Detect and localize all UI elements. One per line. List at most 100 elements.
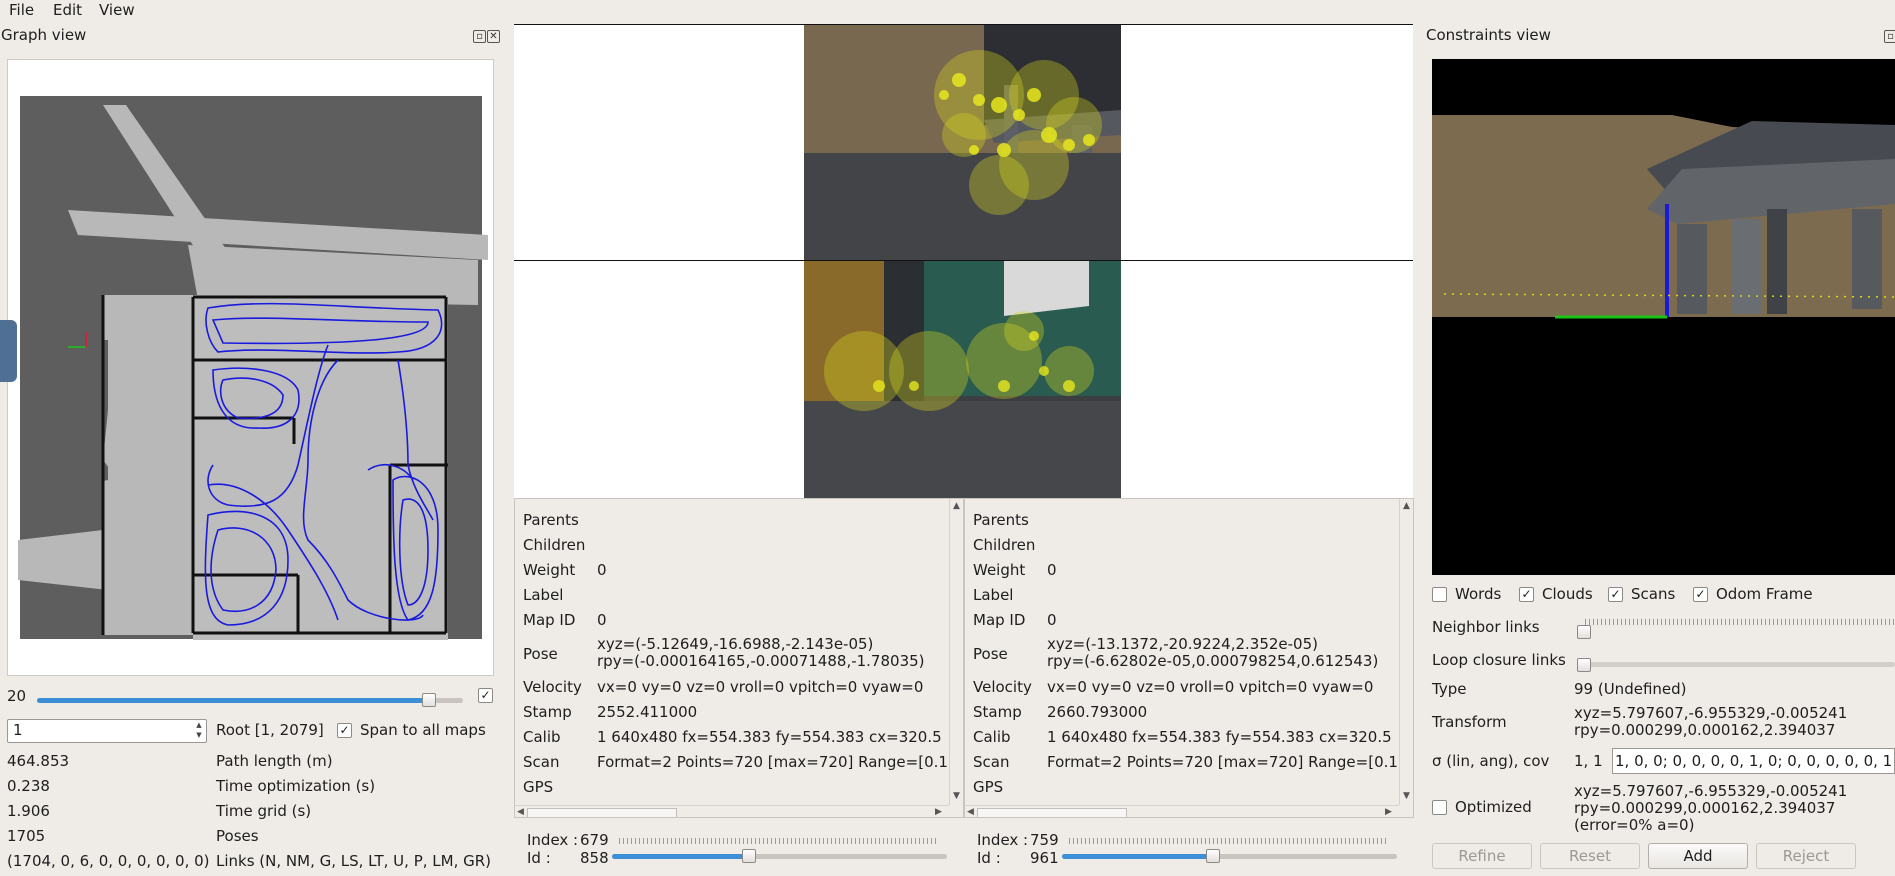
loop-closure-slider[interactable] [1585,662,1895,667]
scan-label: Scan [523,753,560,771]
constraints-3d-view[interactable] [1432,59,1895,575]
graph-map-frame[interactable] [7,59,494,676]
id-value: 858 [580,849,609,867]
parents-label: Parents [973,511,1029,529]
scan-label: Scan [973,753,1010,771]
clouds-label: Clouds [1542,585,1593,603]
menu-file[interactable]: File [9,1,34,19]
neighbor-links-label: Neighbor links [1432,618,1540,636]
reject-button[interactable]: Reject [1756,843,1856,869]
id-slider-handle[interactable] [742,849,757,863]
spin-arrows-icon[interactable]: ▲ ▼ [192,720,206,742]
index-value: 679 [580,831,609,849]
refine-button[interactable]: Refine [1432,843,1532,869]
check-icon: ✓ [1521,587,1532,601]
arrow-up-icon[interactable]: ▲ [1403,501,1410,511]
vertical-scrollbar[interactable]: ▲ ▼ [1399,499,1413,805]
loop-slider-handle[interactable] [1577,658,1591,672]
root-spinbox[interactable]: 1 ▲ ▼ [7,719,207,743]
span-label: Span to all maps [360,721,486,739]
clouds-checkbox[interactable]: ✓ [1519,587,1534,602]
words-label: Words [1455,585,1502,603]
root-spin-value: 1 [13,721,23,739]
arrow-left-icon[interactable]: ◀ [967,807,974,817]
horizontal-scrollbar[interactable]: ◀ ▶ [965,805,1399,817]
graph-slider[interactable] [37,698,463,703]
words-checkbox[interactable] [1432,587,1447,602]
scans-checkbox[interactable]: ✓ [1608,587,1623,602]
scroll-thumb[interactable] [527,808,677,817]
reset-button[interactable]: Reset [1540,843,1640,869]
check-icon: ✓ [480,688,491,702]
stamp-value: 2552.411000 [597,703,698,721]
graph-slider-checkbox[interactable]: ✓ [478,688,493,703]
label-label: Label [973,586,1014,604]
optimized-checkbox[interactable] [1432,800,1447,815]
parents-label: Parents [523,511,579,529]
id-slider-handle[interactable] [1205,849,1220,863]
index-slider[interactable] [619,838,939,844]
check-icon: ✓ [339,723,350,737]
horizontal-scrollbar[interactable]: ◀ ▶ [515,805,949,817]
calib-label: Calib [973,728,1011,746]
calib-value: 1 640x480 fx=554.383 fy=554.383 cx=320.5 [1047,728,1392,746]
stamp-value: 2660.793000 [1047,703,1148,721]
float-icon[interactable]: ▫ [1884,30,1895,43]
sigma-value: 1, 1 [1574,752,1603,770]
stat-label: Links (N, NM, G, LS, LT, U, P, LM, GR) [216,852,492,870]
scroll-thumb[interactable] [977,808,1127,817]
calib-label: Calib [523,728,561,746]
covariance-field[interactable]: 1, 0, 0; 0, 0, 0, 0, 1, 0; 0, 0, 0, 0, 0… [1612,748,1895,774]
type-value: 99 (Undefined) [1574,680,1687,698]
graph-map[interactable] [8,60,495,677]
menu-view[interactable]: View [99,1,135,19]
vertical-scrollbar[interactable]: ▲ ▼ [949,499,963,805]
arrow-right-icon[interactable]: ▶ [935,807,942,817]
dock-handle[interactable] [0,320,17,382]
arrow-down-icon[interactable]: ▼ [1403,791,1410,801]
scans-label: Scans [1631,585,1676,603]
close-icon[interactable]: ✕ [487,30,500,43]
stamp-label: Stamp [523,703,572,721]
image-bottom[interactable] [804,261,1121,498]
span-checkbox[interactable]: ✓ [337,723,352,738]
root-label: Root [1, 2079] [216,721,324,739]
float-icon[interactable]: ▫ [473,30,486,43]
id-slider-right[interactable] [1062,854,1397,859]
pose-xyz: xyz=(-13.1372,-20.9224,2.352e-05) [1047,635,1318,653]
id-slider-left[interactable] [612,854,947,859]
id-slider-fill [612,854,750,859]
mapid-label: Map ID [523,611,576,629]
optimized-error: (error=0% a=0) [1574,816,1695,834]
transform-rpy: rpy=0.000299,0.000162,2.394037 [1574,721,1836,739]
image-top[interactable] [804,25,1121,260]
velocity-value: vx=0 vy=0 vz=0 vroll=0 vpitch=0 vyaw=0 [597,678,924,696]
loop-closure-links-label: Loop closure links [1432,651,1566,669]
graph-slider-handle[interactable] [421,693,436,707]
weight-label: Weight [973,561,1026,579]
velocity-label: Velocity [973,678,1032,696]
stat-value: 0.238 [7,777,50,795]
label-label: Label [523,586,564,604]
arrow-down-icon[interactable]: ▼ [953,791,960,801]
menu-bar: File Edit View [0,0,1895,22]
stamp-label: Stamp [973,703,1022,721]
arrow-right-icon[interactable]: ▶ [1385,807,1392,817]
pose-rpy: rpy=(-6.62802e-05,0.000798254,0.612543) [1047,652,1379,670]
menu-edit[interactable]: Edit [53,1,82,19]
graph-slider-value: 20 [7,687,27,705]
stat-value: 1705 [7,827,46,845]
neighbor-links-slider[interactable] [1585,619,1895,625]
index-slider[interactable] [1069,838,1389,844]
pose-label: Pose [973,645,1008,663]
add-button[interactable]: Add [1648,843,1748,869]
scan-value: Format=2 Points=720 [max=720] Range=[0.1 [1047,753,1398,771]
constraints-view-title: Constraints view [1426,26,1551,44]
weight-label: Weight [523,561,576,579]
arrow-up-icon[interactable]: ▲ [953,501,960,511]
arrow-left-icon[interactable]: ◀ [517,807,524,817]
index-label: Index : [527,831,579,849]
scan-value: Format=2 Points=720 [max=720] Range=[0.1 [597,753,948,771]
neighbor-slider-handle[interactable] [1577,625,1591,639]
odom-frame-checkbox[interactable]: ✓ [1693,587,1708,602]
